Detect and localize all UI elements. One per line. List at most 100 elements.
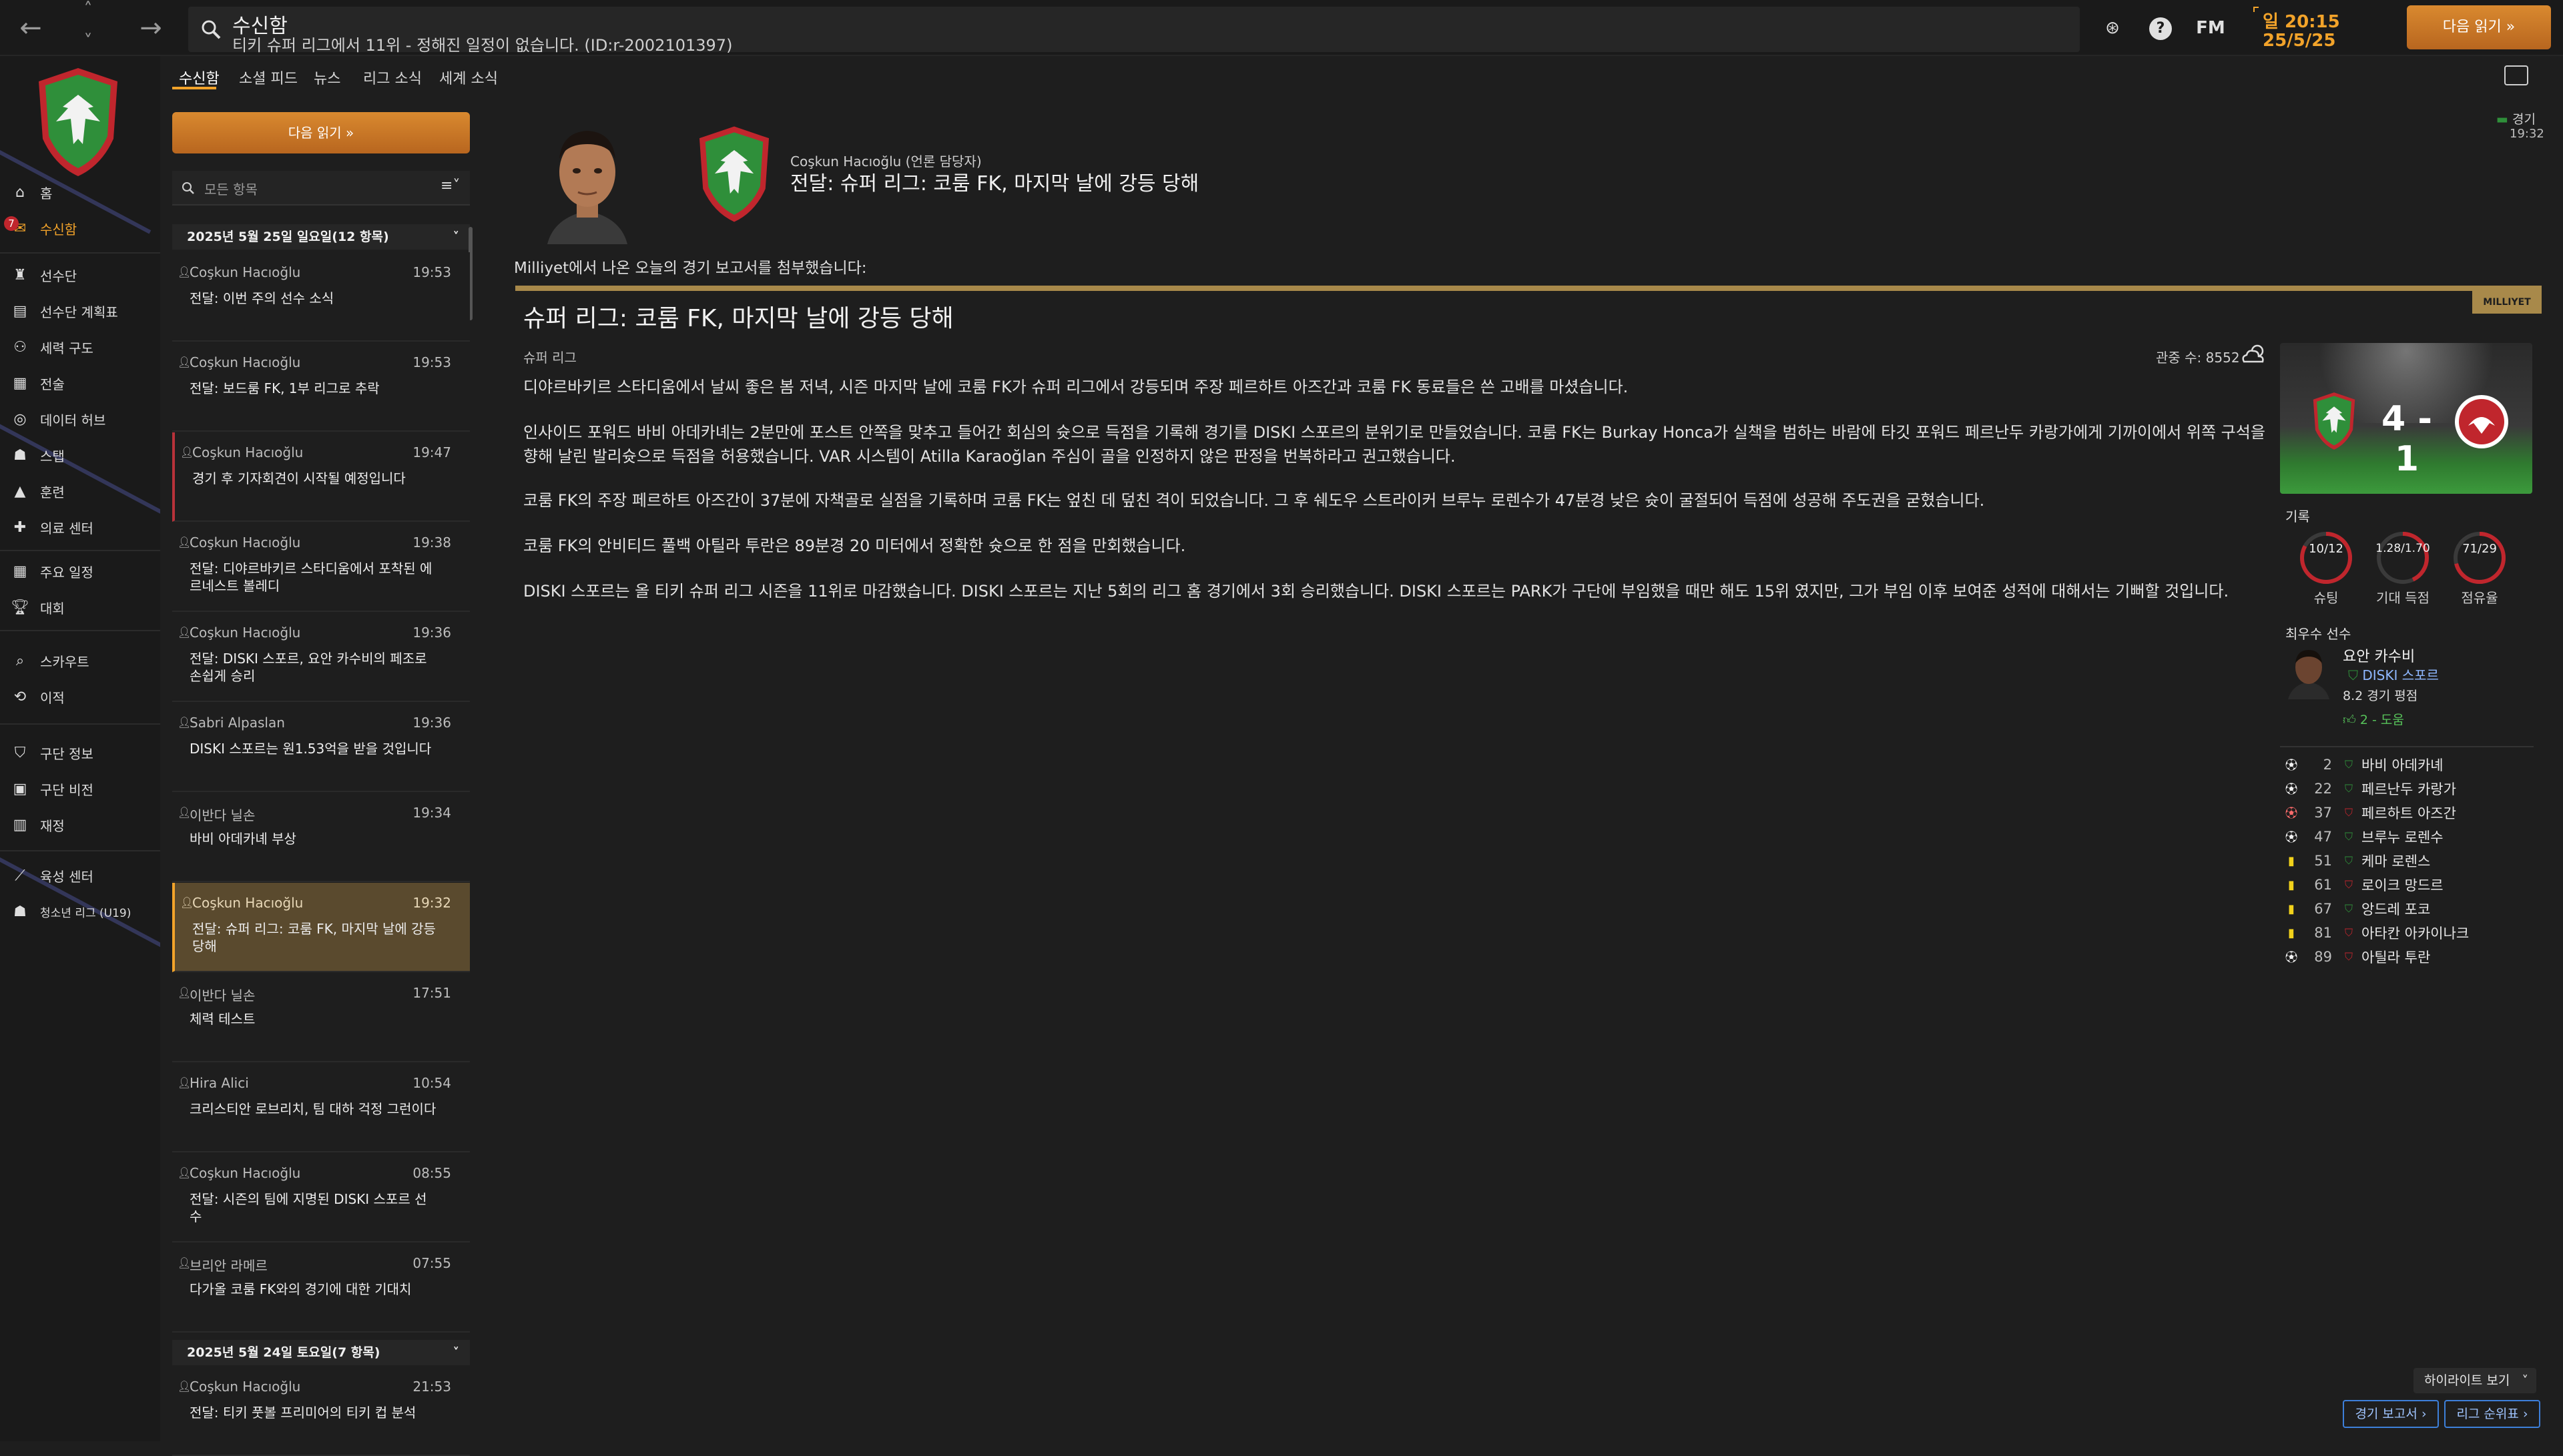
list-item[interactable]: 👤︎ Coşkun Hacıoğlu 21:53 전달: 티키 풋볼 프리미어의… (172, 1367, 470, 1456)
inbox-list: 다음 읽기 » 모든 항목 ≡˅ 2025년 5월 25일 일요일(12 항목)… (167, 100, 481, 1456)
event-row[interactable]: ⚽︎ 2 ⛉ 바비 아데카녜 (2281, 753, 2535, 777)
chevron-down-icon: ˅ (2522, 1373, 2529, 1388)
group-header[interactable]: 2025년 5월 24일 토요일(7 항목) ˅ (172, 1340, 470, 1365)
list-item[interactable]: 👤︎ 이반다 닐손 17:51 체력 테스트 (172, 973, 470, 1062)
event-minute: 47 (2314, 829, 2332, 845)
highlights-dropdown[interactable]: 하이라이트 보기 ˅ (2413, 1368, 2536, 1393)
next-button[interactable]: 다음 읽기 » (2407, 5, 2551, 49)
list-item[interactable]: 👤︎ Coşkun Hacıoğlu 19:38 전달: 디야르바키르 스타디움… (172, 522, 470, 612)
list-item[interactable]: 👤︎ Coşkun Hacıoğlu 08:55 전달: 시즌의 팀에 지명된 … (172, 1153, 470, 1242)
mvp-name[interactable]: 요안 카수비 (2343, 645, 2415, 666)
chevron-down-icon[interactable]: ˅ (75, 28, 101, 55)
vision-icon: ▣ (13, 780, 27, 797)
list-item[interactable]: 👤︎ Hira Alici 10:54 크리스티안 로브리치, 팀 대하 걱정 … (172, 1063, 470, 1152)
mvp-contrib-line: 👍︎ 2 - 도움 (2343, 710, 2404, 728)
sidebar-item-club-info[interactable]: ⛉ 구단 정보 (0, 735, 160, 770)
sidebar-item-schedule[interactable]: ▦ 주요 일정 (0, 554, 160, 589)
sidebar-item-dynamics[interactable]: ⚇ 세력 구도 (0, 330, 160, 364)
title-search-bar[interactable]: 수신함 티키 슈퍼 리그에서 11위 - 정해진 일정이 없습니다. (ID:r… (188, 7, 2080, 55)
sidebar-item-squad[interactable]: ♜ 선수단 (0, 258, 160, 292)
list-item[interactable]: 👤︎ 이반다 닐손 19:34 바비 아데카녜 부상 (172, 793, 470, 882)
event-row[interactable]: ▮ 81 ⛉ 아타칸 아카이나크 (2281, 921, 2535, 945)
sidebar-item-tactics[interactable]: ▦ 전술 (0, 366, 160, 400)
sidebar-item-label: 주요 일정 (40, 564, 93, 581)
event-row[interactable]: ▮ 51 ⛉ 케마 로렌스 (2281, 849, 2535, 873)
league-table-button[interactable]: 리그 순위표 › (2444, 1400, 2540, 1428)
alert-icon[interactable]: ⊛ (2096, 0, 2129, 56)
list-item[interactable]: 👤︎ 브리안 라메르 07:55 다가올 코룸 FK와의 경기에 대한 기대치 (172, 1243, 470, 1333)
list-item[interactable]: 👤︎ Coşkun Hacıoğlu 19:53 전달: 이번 주의 선수 소식 (172, 252, 470, 342)
transfer-icon: ⟲ (13, 688, 27, 705)
sidebar-item-data-hub[interactable]: ◎ 데이터 허브 (0, 402, 160, 436)
event-row[interactable]: ⚽︎ 47 ⛉ 브루누 로렌수 (2281, 825, 2535, 849)
list-item[interactable]: 👤︎ Coşkun Hacıoğlu 19:47 경기 후 기자회견이 시작될 … (172, 432, 470, 522)
message-subject: 크리스티안 로브리치, 팀 대하 걱정 그런이다 (190, 1101, 437, 1117)
message-from: Coşkun Hacıoğlu (192, 895, 304, 911)
club-crest-logo[interactable] (695, 124, 773, 224)
sidebar-item-club-vision[interactable]: ▣ 구단 비전 (0, 771, 160, 806)
match-report-button[interactable]: 경기 보고서 › (2343, 1400, 2439, 1428)
status-tag: ▬ 경기 (2496, 109, 2536, 127)
sidebar-item-staff[interactable]: ☗ 스탭 (0, 438, 160, 472)
sidebar-item-training[interactable]: ▲ 훈련 (0, 474, 160, 508)
article-paragraph: 코룸 FK의 주장 페르하트 아즈간이 37분에 자책골로 실점을 기록하며 코… (523, 491, 1985, 510)
list-item-selected[interactable]: 👤︎ Coşkun Hacıoğlu 19:32 전달: 슈퍼 리그: 코룸 F… (172, 883, 470, 972)
game-clock[interactable]: 일 20:15 25/5/25 (2253, 7, 2387, 51)
event-row[interactable]: ▮ 61 ⛉ 로이크 망드르 (2281, 873, 2535, 897)
group-header[interactable]: 2025년 5월 25일 일요일(12 항목) ˅ (172, 224, 470, 250)
mvp-club-line[interactable]: ⛉ DISKI 스포르 (2348, 665, 2439, 684)
sidebar-item-finances[interactable]: ▥ 재정 (0, 807, 160, 842)
sidebar-item-squad-planner[interactable]: ▤ 선수단 계획표 (0, 294, 160, 328)
tab-league-news[interactable]: 리그 소식 (363, 67, 422, 88)
away-score: 1 (2394, 439, 2419, 479)
status-time: 19:32 (2510, 127, 2544, 141)
event-player: 아틸라 투란 (2361, 950, 2431, 966)
sender-portrait[interactable] (534, 117, 641, 244)
fm-menu-button[interactable]: FM (2191, 0, 2231, 56)
tab-world-news[interactable]: 세계 소식 (439, 67, 498, 88)
event-row[interactable]: ⚽︎ 22 ⛉ 페르난두 카랑가 (2281, 777, 2535, 801)
trophy-icon: 🏆︎ (11, 599, 29, 616)
next-button-label: 다음 읽기 (2442, 19, 2502, 35)
club-badge-icon: ⛉ (2344, 854, 2353, 867)
sidebar-item-home[interactable]: ⌂ 홈 (0, 175, 160, 210)
tab-social-feed[interactable]: 소셜 피드 (239, 67, 298, 88)
list-item[interactable]: 👤︎ Coşkun Hacıoğlu 19:36 전달: DISKI 스포르, … (172, 613, 470, 702)
score-separator: - (2417, 399, 2432, 439)
stat-value: 1.28/1.70 (2375, 542, 2430, 555)
club-badge-icon: ⛉ (2344, 950, 2353, 963)
sidebar-item-competitions[interactable]: 🏆︎ 대회 (0, 590, 160, 625)
club-crest-logo[interactable] (35, 65, 121, 179)
event-row[interactable]: ⚽︎ 37 ⛉ 페르하트 아즈간 (2281, 801, 2535, 825)
sidebar-item-inbox[interactable]: ✉ 수신함 (0, 211, 160, 246)
sidebar-item-development[interactable]: ⟋ 육성 센터 (0, 858, 160, 893)
mvp-portrait[interactable] (2285, 643, 2332, 699)
help-icon[interactable]: ? (2149, 17, 2172, 40)
sidebar-item-scouting[interactable]: ⌕ 스카우트 (0, 643, 160, 678)
sidebar-item-medical[interactable]: ✚ 의료 센터 (0, 510, 160, 544)
sidebar-item-youth-league[interactable]: ☗ 청소년 리그 (U19) (0, 894, 160, 929)
fullscreen-icon[interactable] (2504, 65, 2528, 85)
back-arrow-icon[interactable]: ← (12, 0, 49, 56)
event-row[interactable]: ⚽︎ 89 ⛉ 아틸라 투란 (2281, 945, 2535, 969)
filter-menu-icon[interactable]: ≡˅ (441, 177, 460, 194)
match-score-card[interactable]: 4 - 1 (2280, 343, 2532, 494)
double-chevron-icon: » (346, 125, 354, 141)
sidebar-item-transfers[interactable]: ⟲ 이적 (0, 679, 160, 714)
tab-news[interactable]: 뉴스 (314, 67, 340, 88)
sidebar-divider (0, 252, 160, 254)
event-player: 아타칸 아카이나크 (2361, 926, 2470, 942)
list-item[interactable]: 👤︎ Sabri Alpaslan 19:36 DISKI 스포르는 원1.53… (172, 703, 470, 792)
event-minute: 89 (2314, 949, 2332, 965)
inbox-next-button[interactable]: 다음 읽기 » (172, 112, 470, 153)
chevron-up-icon[interactable]: ˄ (75, 0, 101, 23)
tab-inbox[interactable]: 수신함 (179, 67, 220, 88)
event-minute: 22 (2314, 781, 2332, 797)
inbox-filter[interactable]: 모든 항목 ≡˅ (172, 171, 470, 206)
message-subject: 전달: 디야르바키르 스타디움에서 포착된 에르네스트 볼레디 (190, 561, 433, 594)
clipboard-icon: ▤ (13, 302, 27, 320)
event-row[interactable]: ▮ 67 ⛉ 앙드레 포코 (2281, 897, 2535, 921)
forward-arrow-icon[interactable]: → (132, 0, 170, 56)
list-item[interactable]: 👤︎ Coşkun Hacıoğlu 19:53 전달: 보드룸 FK, 1부 … (172, 342, 470, 432)
event-minute: 51 (2314, 853, 2332, 869)
